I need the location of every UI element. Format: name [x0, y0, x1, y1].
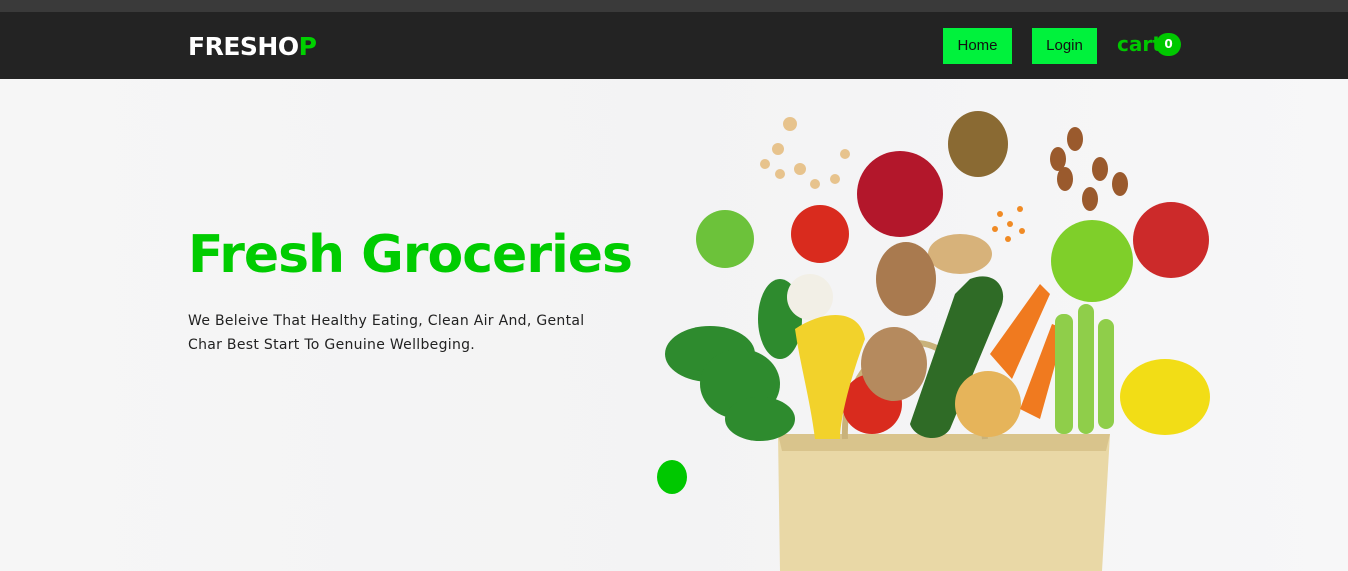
home-button[interactable]: Home	[943, 28, 1012, 64]
brand-main-text: FRESHO	[188, 32, 299, 61]
hero-description: We Beleive That Healthy Eating, Clean Ai…	[188, 313, 585, 353]
cart-count-badge: 0	[1156, 33, 1181, 56]
brand-logo[interactable]: FRESHOP	[188, 32, 317, 61]
groceries-bag-image	[665, 111, 1210, 571]
login-button[interactable]: Login	[1032, 28, 1097, 64]
hero-title: Fresh Groceries	[188, 225, 633, 285]
navbar: FRESHOP Home Login cart 0	[0, 12, 1348, 79]
hero-section: Fresh Groceries We Beleive That Healthy …	[0, 79, 1348, 571]
brand-accent-letter: P	[298, 32, 317, 61]
browser-top-strip	[0, 0, 1348, 12]
